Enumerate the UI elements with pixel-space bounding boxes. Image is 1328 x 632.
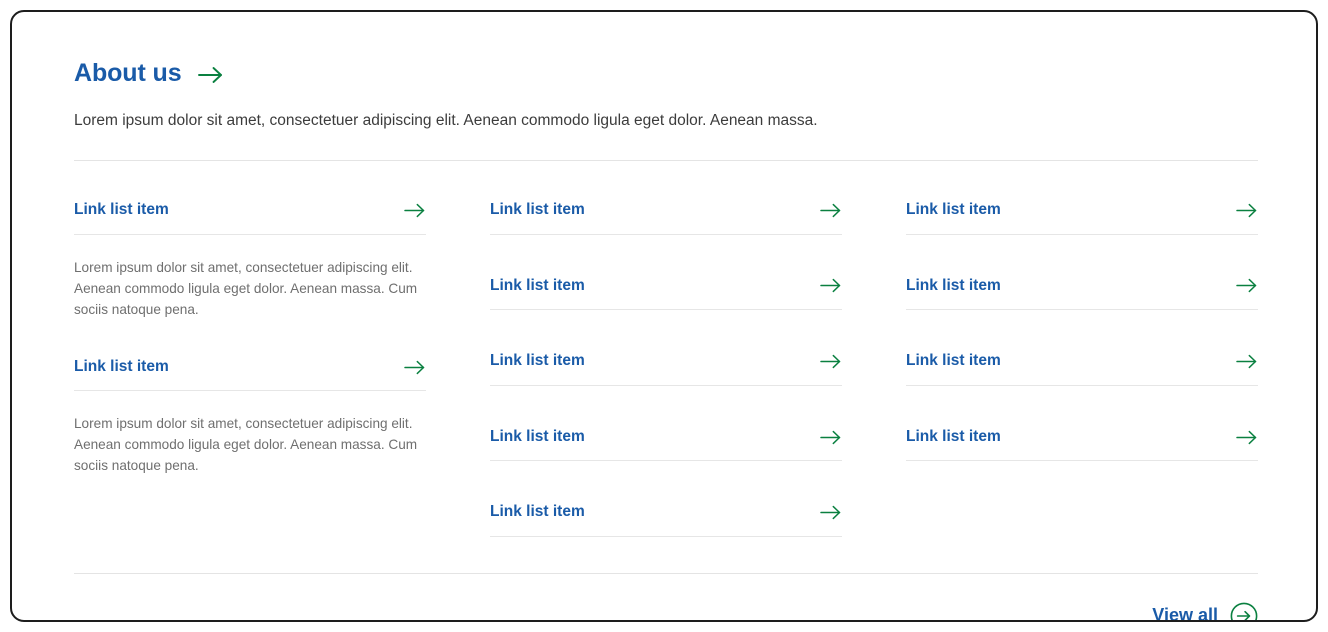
list-item[interactable]: Link list item (490, 277, 842, 311)
arrow-right-icon (197, 65, 224, 85)
list-item[interactable]: Link list item (906, 428, 1258, 462)
section-footer: View all (74, 602, 1258, 622)
arrow-right-icon (820, 504, 842, 521)
link-label: Link list item (906, 276, 1001, 294)
view-all-link[interactable]: View all (1152, 602, 1258, 622)
link-label: Link list item (74, 200, 169, 218)
link-description: Lorem ipsum dolor sit amet, consectetuer… (74, 259, 418, 317)
arrow-right-icon (404, 202, 426, 219)
row-spacer (906, 310, 1258, 352)
arrow-right-icon (820, 202, 842, 219)
link-column-1: Link list item Lorem ipsum dolor sit ame… (74, 201, 426, 537)
link-label: Link list item (906, 352, 1001, 370)
link-label: Link list item (490, 427, 585, 445)
arrow-right-icon (820, 429, 842, 446)
top-divider (74, 159, 1258, 161)
arrow-right-icon (1236, 353, 1258, 370)
link-label: Link list item (490, 200, 585, 218)
view-all-label: View all (1152, 605, 1218, 622)
bottom-divider (74, 572, 1258, 574)
list-item[interactable]: Link list item (906, 201, 1258, 235)
browser-viewport-frame: About us Lorem ipsum dolor sit amet, con… (10, 10, 1318, 622)
link-label: Link list item (906, 200, 1001, 218)
page-title: About us (74, 59, 182, 87)
list-item[interactable]: Link list item (490, 352, 842, 386)
arrow-right-icon (1236, 429, 1258, 446)
section-intro-text: Lorem ipsum dolor sit amet, consectetuer… (74, 111, 818, 129)
about-us-section: About us Lorem ipsum dolor sit amet, con… (74, 42, 1258, 622)
link-label: Link list item (74, 357, 169, 375)
arrow-right-icon (820, 277, 842, 294)
row-spacer (490, 386, 842, 428)
link-block: Link list item Lorem ipsum dolor sit ame… (74, 358, 426, 477)
list-item[interactable]: Link list item (490, 428, 842, 462)
link-block: Link list item Lorem ipsum dolor sit ame… (74, 201, 426, 320)
link-label: Link list item (490, 276, 585, 294)
link-columns: Link list item Lorem ipsum dolor sit ame… (74, 201, 1258, 537)
list-item[interactable]: Link list item (906, 352, 1258, 386)
row-spacer (906, 386, 1258, 428)
list-item[interactable]: Link list item (490, 503, 842, 537)
arrow-right-icon (1236, 202, 1258, 219)
row-spacer (490, 461, 842, 503)
link-label: Link list item (906, 427, 1001, 445)
row-spacer (906, 235, 1258, 277)
arrow-right-circle-icon (1230, 602, 1258, 620)
arrow-right-icon (820, 353, 842, 370)
link-label: Link list item (490, 503, 585, 521)
list-item[interactable]: Link list item (906, 277, 1258, 311)
list-item[interactable]: Link list item (490, 201, 842, 235)
link-column-3: Link list item Link list item Link list … (906, 201, 1258, 537)
row-spacer (490, 235, 842, 277)
arrow-right-icon (404, 359, 426, 376)
link-column-2: Link list item Link list item Link list … (490, 201, 842, 537)
row-spacer (490, 310, 842, 352)
link-label: Link list item (490, 352, 585, 370)
section-header[interactable]: About us (74, 59, 1258, 88)
list-item[interactable]: Link list item (74, 358, 426, 392)
arrow-right-icon (1236, 277, 1258, 294)
link-description: Lorem ipsum dolor sit amet, consectetuer… (74, 416, 418, 474)
list-item[interactable]: Link list item (74, 201, 426, 235)
